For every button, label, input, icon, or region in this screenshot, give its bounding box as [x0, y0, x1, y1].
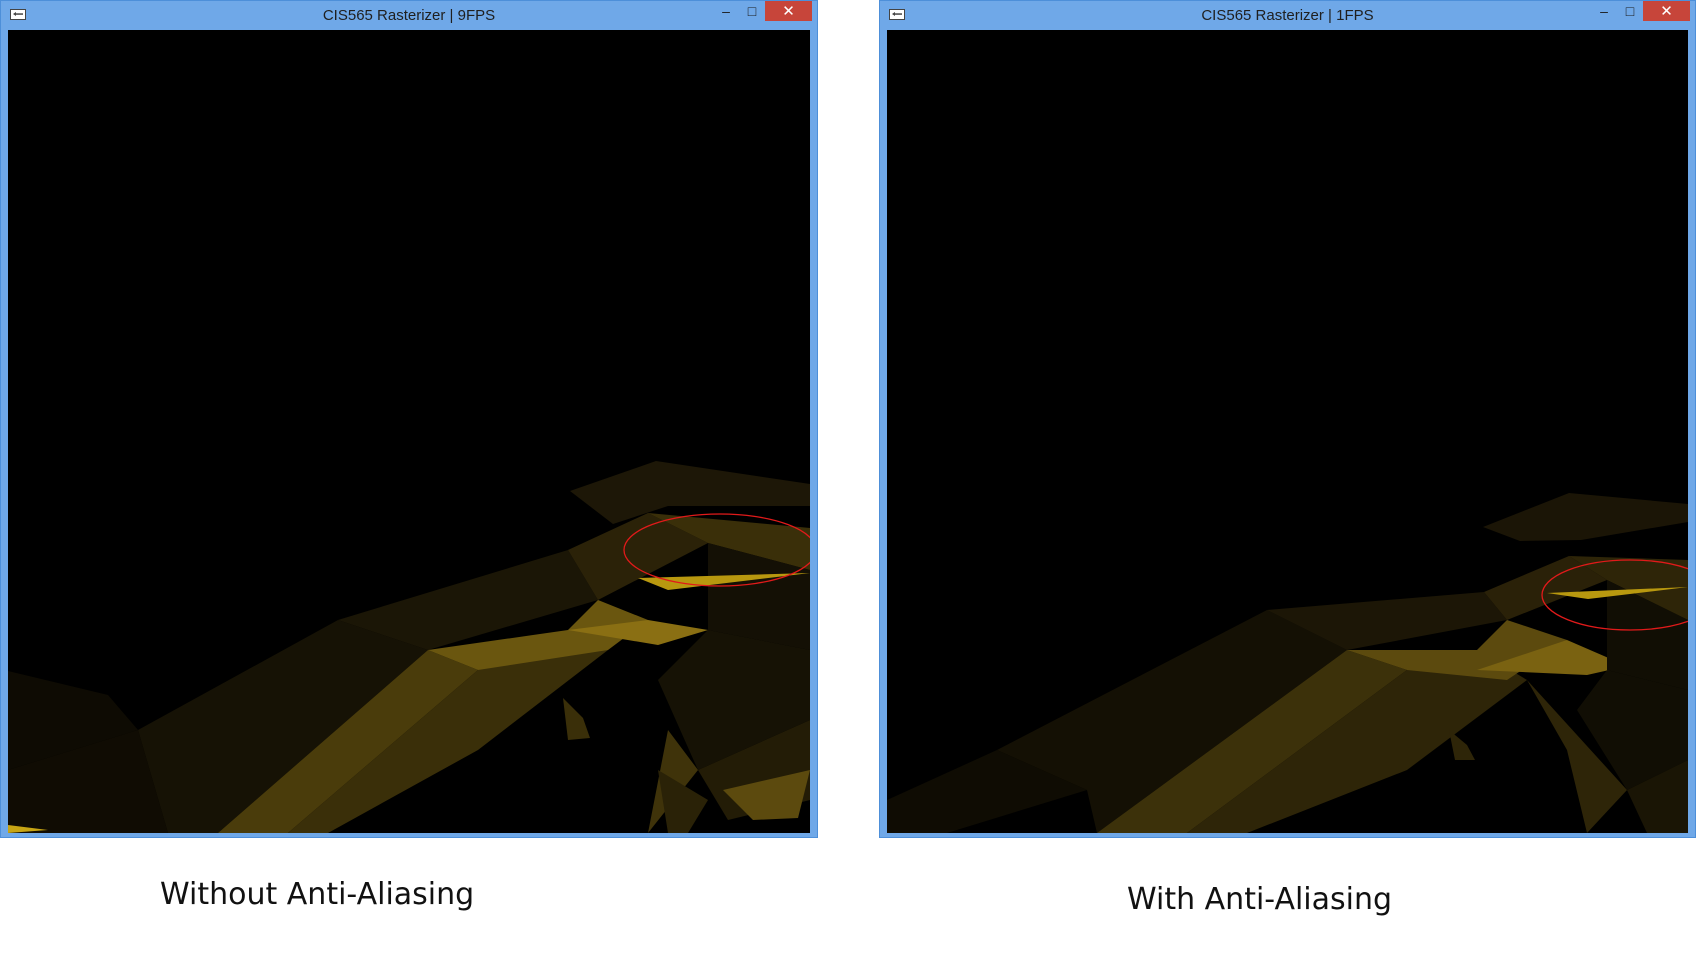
window-title: CIS565 Rasterizer | 9FPS [322, 7, 496, 24]
close-button[interactable]: ✕ [1643, 1, 1690, 21]
render-viewport[interactable] [887, 30, 1688, 833]
window-without-aa: CIS565 Rasterizer | 9FPS – □ ✕ [0, 0, 818, 838]
rendered-mesh [887, 493, 1688, 833]
rendered-mesh [8, 461, 810, 833]
window-with-aa: CIS565 Rasterizer | 1FPS – □ ✕ [879, 0, 1696, 838]
maximize-button[interactable]: □ [739, 1, 765, 21]
minimize-button[interactable]: – [1591, 1, 1617, 21]
window-title: CIS565 Rasterizer | 1FPS [1201, 7, 1374, 24]
minimize-button[interactable]: – [713, 1, 739, 21]
close-button[interactable]: ✕ [765, 1, 812, 21]
caption-with-aa: With Anti-Aliasing [1127, 882, 1393, 917]
caption-without-aa: Without Anti-Aliasing [160, 877, 475, 912]
titlebar[interactable]: CIS565 Rasterizer | 1FPS – □ ✕ [880, 1, 1695, 29]
titlebar[interactable]: CIS565 Rasterizer | 9FPS – □ ✕ [1, 1, 817, 29]
maximize-button[interactable]: □ [1617, 1, 1643, 21]
render-viewport[interactable] [8, 30, 810, 833]
